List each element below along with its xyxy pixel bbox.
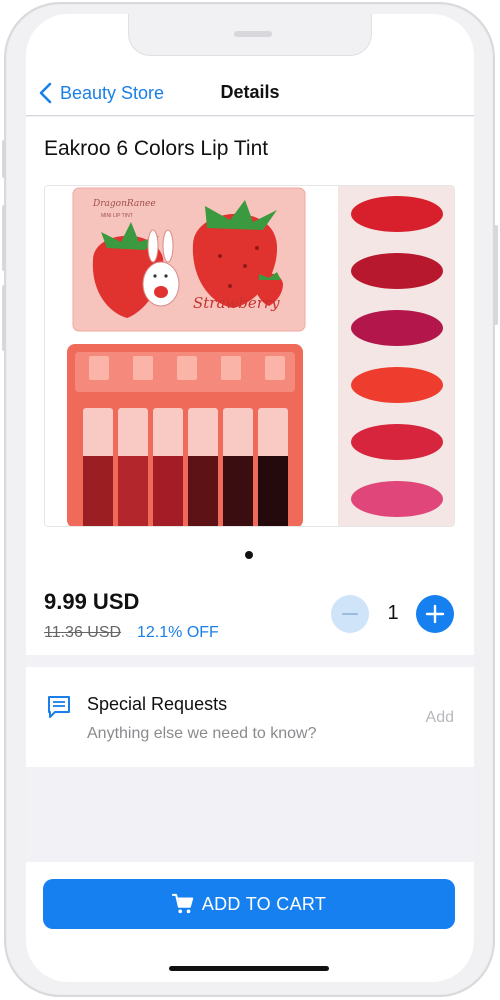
product-image[interactable]: DragonRanee MINI LIP TINT Strawberry (44, 185, 455, 527)
carousel-page-indicator[interactable] (245, 551, 253, 559)
phone-volume-up-button (2, 205, 6, 271)
phone-notch (128, 14, 372, 56)
phone-screen: Beauty Store Details Eakroo 6 Colors Lip… (26, 14, 474, 982)
message-icon (48, 696, 70, 718)
discount-label: 12.1% OFF (137, 624, 219, 641)
phone-speaker (234, 31, 272, 37)
image-flavor-text: Strawberry (193, 294, 280, 312)
special-requests-title: Special Requests (87, 694, 228, 714)
phone-volume-down-button (2, 285, 6, 351)
phone-side-button (2, 140, 6, 178)
original-price: 11.36 USD (44, 624, 122, 641)
image-brand-text: DragonRanee (92, 199, 156, 209)
shopping-cart-icon (171, 893, 194, 914)
decrease-quantity-button[interactable] (331, 595, 369, 633)
home-indicator[interactable] (169, 966, 329, 971)
product-image-illustration: DragonRanee MINI LIP TINT Strawberry (45, 186, 454, 526)
special-requests-row[interactable]: Special Requests Anything else we need t… (26, 667, 474, 767)
phone-power-button (494, 225, 498, 325)
bottom-action-bar: ADD TO CART (26, 862, 474, 982)
increase-quantity-button[interactable] (416, 595, 454, 633)
page-title: Details (220, 82, 280, 102)
add-to-cart-label: ADD TO CART (201, 893, 327, 914)
image-sub-text: MINI LIP TINT (101, 213, 133, 219)
product-title: Eakroo 6 Colors Lip Tint (44, 137, 269, 160)
product-card: Eakroo 6 Colors Lip Tint DragonRanee MIN… (26, 117, 474, 655)
minus-icon (342, 613, 358, 615)
add-to-cart-button[interactable]: ADD TO CART (43, 879, 455, 929)
current-price: 9.99 USD (44, 589, 140, 614)
quantity-value: 1 (387, 602, 399, 624)
special-requests-hint: Anything else we need to know? (87, 725, 317, 742)
add-request-button[interactable]: Add (426, 709, 454, 727)
plus-icon (425, 604, 445, 624)
